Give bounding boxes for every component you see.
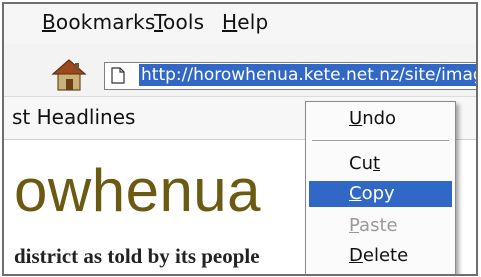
browser-window: Bookmarks Tools Help http://horowhenua.k…: [2, 2, 478, 276]
tab-latest-headlines[interactable]: st Headlines: [12, 105, 135, 129]
site-tagline: district as told by its people: [14, 244, 260, 268]
address-bar[interactable]: http://horowhenua.kete.net.nz/site/image…: [104, 62, 476, 90]
context-menu: Undo Cut Copy Paste Delete: [305, 101, 456, 274]
menu-bookmarks[interactable]: Bookmarks: [42, 10, 156, 34]
menu-item-delete[interactable]: Delete: [309, 243, 452, 269]
menu-help[interactable]: Help: [222, 10, 268, 34]
menu-separator: [312, 140, 449, 142]
page-icon: [111, 67, 125, 84]
site-title: owhenua: [14, 157, 262, 224]
menu-bar: Bookmarks Tools Help: [4, 4, 476, 45]
menu-item-copy[interactable]: Copy: [309, 181, 452, 207]
menu-tools[interactable]: Tools: [154, 10, 204, 34]
menu-item-cut[interactable]: Cut: [309, 151, 452, 177]
home-icon[interactable]: [50, 57, 88, 93]
url-text-selected[interactable]: http://horowhenua.kete.net.nz/site/image…: [139, 64, 476, 86]
menu-item-undo[interactable]: Undo: [309, 106, 452, 132]
menu-item-paste[interactable]: Paste: [309, 213, 452, 239]
